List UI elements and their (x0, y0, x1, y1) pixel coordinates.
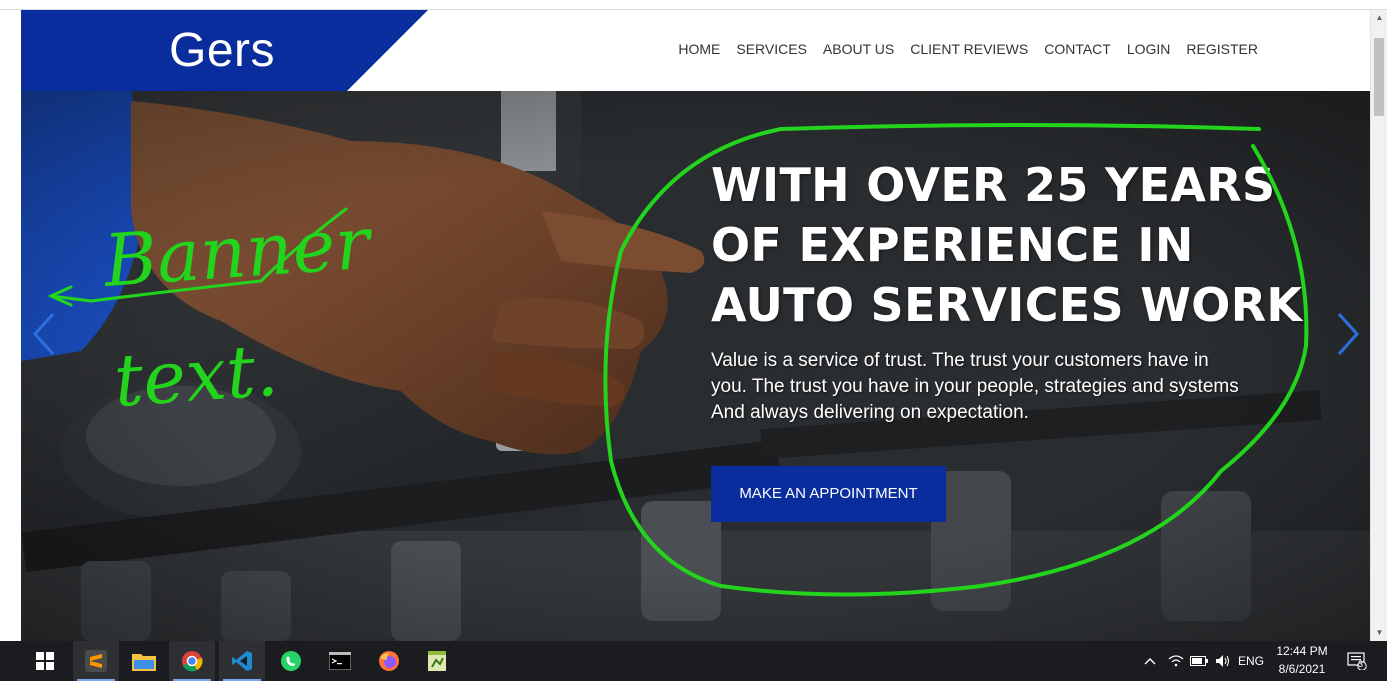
site-logo[interactable]: Gers (169, 23, 275, 78)
clock-date[interactable]: 8/6/2021 (1268, 662, 1336, 676)
windows-taskbar: ENG 12:44 PM 8/6/2021 3 (0, 641, 1387, 681)
scroll-up-icon[interactable]: ▲ (1371, 12, 1387, 24)
nav-about-us[interactable]: ABOUT US (823, 41, 894, 57)
nav-contact[interactable]: CONTACT (1044, 41, 1111, 57)
clock-time[interactable]: 12:44 PM (1268, 644, 1336, 658)
banner-subtitle: Value is a service of trust. The trust y… (711, 348, 1291, 426)
nav-home[interactable]: HOME (678, 41, 720, 57)
nav-services[interactable]: SERVICES (736, 41, 807, 57)
page-left-margin (0, 10, 21, 641)
site-navbar: Gers HOME SERVICES ABOUT US CLIENT REVIE… (21, 10, 1370, 91)
banner-subtitle-line: And always delivering on expectation. (711, 402, 1029, 423)
hero-banner: WITH OVER 25 YEARS OF EXPERIENCE IN AUTO… (21, 91, 1370, 641)
nav-client-reviews[interactable]: CLIENT REVIEWS (910, 41, 1028, 57)
browser-top-edge (0, 0, 1387, 10)
volume-icon[interactable] (1212, 641, 1234, 681)
banner-title: WITH OVER 25 YEARS OF EXPERIENCE IN AUTO… (711, 155, 1311, 335)
scroll-down-icon[interactable]: ▼ (1371, 627, 1387, 639)
notification-count: 3 (1358, 659, 1364, 669)
banner-title-line: AUTO SERVICES WORK (711, 278, 1303, 332)
battery-icon[interactable] (1188, 641, 1210, 681)
banner-title-line: WITH OVER 25 YEARS (711, 158, 1276, 212)
wifi-icon[interactable] (1166, 641, 1186, 681)
banner-subtitle-line: you. The trust you have in your people, … (711, 376, 1239, 397)
page-scrollbar[interactable]: ▲ ▼ (1370, 10, 1387, 641)
web-page-viewport: Gers HOME SERVICES ABOUT US CLIENT REVIE… (21, 10, 1370, 641)
system-tray: ENG 12:44 PM 8/6/2021 3 (0, 641, 1387, 681)
carousel-next-icon[interactable] (1333, 310, 1363, 358)
chevron-up-icon[interactable] (1140, 641, 1160, 681)
nav-login[interactable]: LOGIN (1127, 41, 1171, 57)
language-indicator[interactable]: ENG (1236, 641, 1266, 681)
notification-icon[interactable]: 3 (1342, 641, 1372, 681)
main-navigation: HOME SERVICES ABOUT US CLIENT REVIEWS CO… (678, 41, 1258, 57)
nav-register[interactable]: REGISTER (1186, 41, 1258, 57)
make-appointment-button[interactable]: MAKE AN APPOINTMENT (711, 466, 946, 522)
carousel-prev-icon[interactable] (29, 310, 59, 358)
banner-subtitle-line: Value is a service of trust. The trust y… (711, 350, 1209, 371)
scroll-thumb[interactable] (1374, 38, 1384, 116)
banner-title-line: OF EXPERIENCE IN (711, 218, 1194, 272)
